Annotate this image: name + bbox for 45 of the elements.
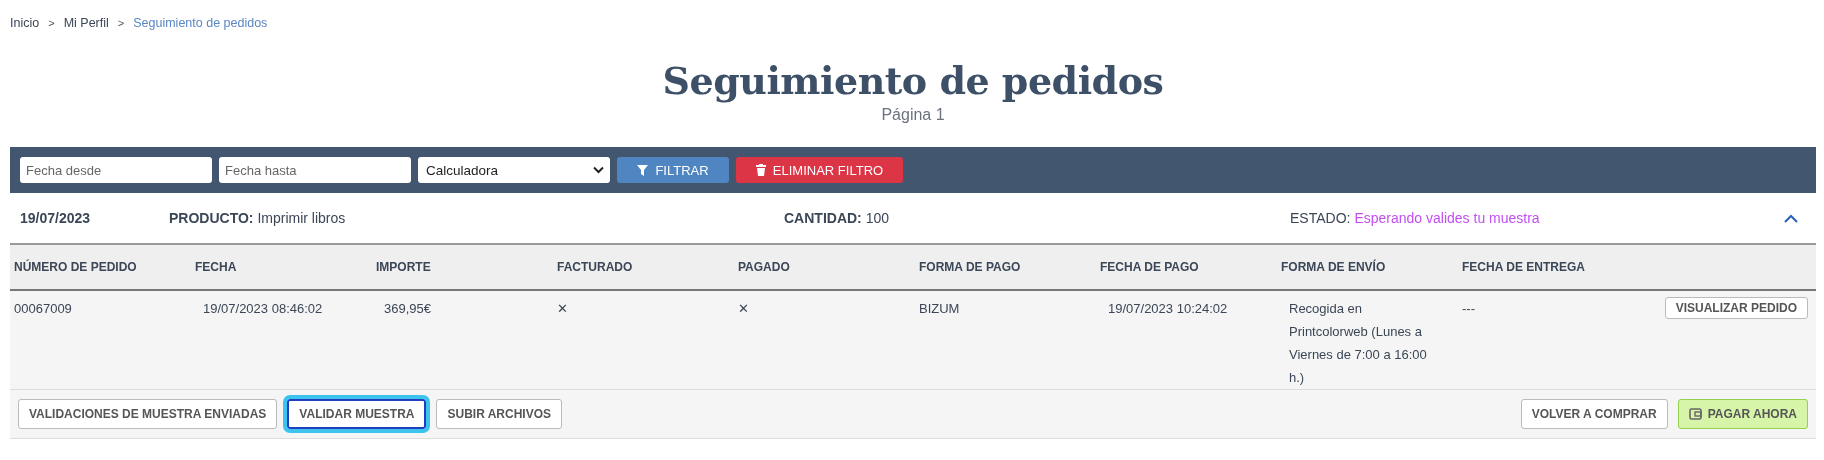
action-button[interactable]: SUBIR ARCHIVOS (436, 399, 563, 429)
column-header: PAGADO (737, 260, 791, 274)
chevron-up-icon[interactable] (1784, 213, 1798, 223)
table-cell-text: ✕ (556, 300, 569, 318)
action-button[interactable]: VALIDACIONES DE MUESTRA ENVIADAS (18, 399, 278, 429)
date-from-field[interactable]: Fecha desde (20, 157, 212, 183)
breadcrumb-link[interactable]: Inicio (10, 16, 40, 30)
table-cell-text: 19/07/2023 08:46:02 (202, 300, 324, 318)
column-header: FECHA (194, 260, 238, 274)
column-header: NÚMERO DE PEDIDO (13, 260, 138, 274)
filter-button[interactable]: FILTRAR (617, 157, 729, 183)
pay-now-button[interactable]: PAGAR AHORA (1677, 399, 1808, 429)
order-date: 19/07/2023 (20, 210, 92, 226)
breadcrumb-link[interactable]: Mi Perfil (63, 16, 109, 30)
table-cell-text: BIZUM (918, 300, 961, 318)
funnel-icon (637, 164, 649, 176)
view-order-button[interactable]: VISUALIZAR PEDIDO (1664, 297, 1808, 319)
column-header: FECHA DE ENTREGA (1461, 260, 1586, 274)
wallet-icon (1688, 408, 1702, 420)
page-subtitle: Página 1 (880, 106, 946, 124)
table-cell-text: --- (1461, 300, 1476, 318)
table-cell-text: 00067009 (13, 300, 73, 318)
table-cell-text: 369,95€ (383, 300, 432, 318)
chevron-down-icon (593, 166, 604, 174)
date-to-field[interactable]: Fecha hasta (219, 157, 411, 183)
table-cell-text: 19/07/2023 10:24:02 (1107, 300, 1229, 318)
order-quantity: CANTIDAD: 100 (784, 210, 890, 226)
buy-again-button[interactable]: VOLVER A COMPRAR (1520, 399, 1668, 429)
order-status-label: ESTADO: (1290, 210, 1351, 226)
product-dropdown[interactable]: Calculadora (418, 157, 610, 183)
breadcrumb-link[interactable]: Seguimiento de pedidos (133, 16, 268, 30)
order-product: PRODUCTO: Imprimir libros (169, 210, 347, 226)
column-header: FECHA DE PAGO (1099, 260, 1200, 274)
column-header: IMPORTE (375, 260, 432, 274)
column-header: FACTURADO (556, 260, 634, 274)
breadcrumb-separator: > (48, 17, 55, 29)
column-header: FORMA DE ENVÍO (1280, 260, 1387, 274)
breadcrumb-separator: > (117, 17, 125, 29)
table-cell-text: ✕ (737, 300, 750, 318)
table-cell-text: Recogida en Printcolorweb (Lunes a Viernes de 7:00 a 16:00 h.) (1288, 300, 1428, 387)
trash-icon (755, 164, 766, 176)
column-header: FORMA DE PAGO (918, 260, 1022, 274)
clear-filter-button[interactable]: ELIMINAR FILTRO (736, 157, 903, 183)
order-status: Esperando valides tu muestra (1354, 210, 1540, 226)
page-title: Seguimiento de pedidos (662, 58, 1164, 104)
